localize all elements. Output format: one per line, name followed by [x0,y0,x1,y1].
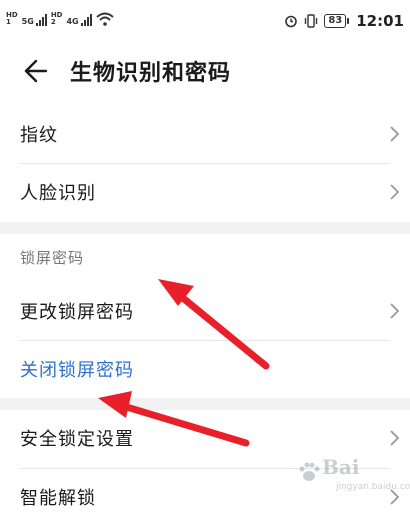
chevron-right-icon [390,184,400,200]
sim2-sub-text: 2 [50,18,56,26]
signal-icon [80,14,92,26]
battery-icon: 83 [324,14,350,28]
chevron-right-icon [390,126,400,142]
clock: 12:01 [356,12,404,30]
section-gap [0,398,410,410]
security-lock-settings-label: 安全锁定设置 [20,429,134,450]
signal-icon [35,14,47,26]
network-type-1: 5G [21,17,34,26]
back-arrow-icon[interactable] [18,56,48,86]
section-title-lock-password: 锁屏密码 [20,249,85,267]
change-lock-password-label: 更改锁屏密码 [20,302,134,323]
wifi-icon [95,12,114,26]
status-bar: HD 1 5G HD 2 4G 83 12:01 [0,0,410,40]
chevron-right-icon [390,430,400,446]
sim2-label: HD 2 [51,12,63,26]
sim1-label: HD 1 [6,12,18,26]
change-lock-password-item[interactable]: 更改锁屏密码 [0,283,410,341]
disable-lock-password-label: 关闭锁屏密码 [20,360,134,381]
status-right: 83 12:01 [284,12,404,30]
alarm-icon [285,15,298,28]
disable-lock-password-item[interactable]: 关闭锁屏密码 [0,341,410,399]
sim1-sub-text: 1 [6,18,11,26]
face-recognition-item[interactable]: 人脸识别 [0,164,410,222]
fingerprint-item[interactable]: 指纹 [0,106,410,164]
watermark-subtext: jingyan.baidu.com [336,482,410,492]
chevron-right-icon [390,303,400,319]
face-recognition-label: 人脸识别 [20,183,96,204]
smart-unlock-label: 智能解锁 [20,488,96,509]
fingerprint-label: 指纹 [20,125,58,146]
section-gap [0,222,410,234]
header: 生物识别和密码 [0,46,410,94]
network-type-2: 4G [66,17,79,26]
vibrate-icon [305,14,318,28]
paw-icon [299,462,320,481]
baidu-watermark: Bai jingyan.baidu.com [294,451,410,501]
watermark-text: Bai [322,455,360,479]
page-title: 生物识别和密码 [70,61,232,86]
status-left: HD 1 5G HD 2 4G [6,12,114,26]
